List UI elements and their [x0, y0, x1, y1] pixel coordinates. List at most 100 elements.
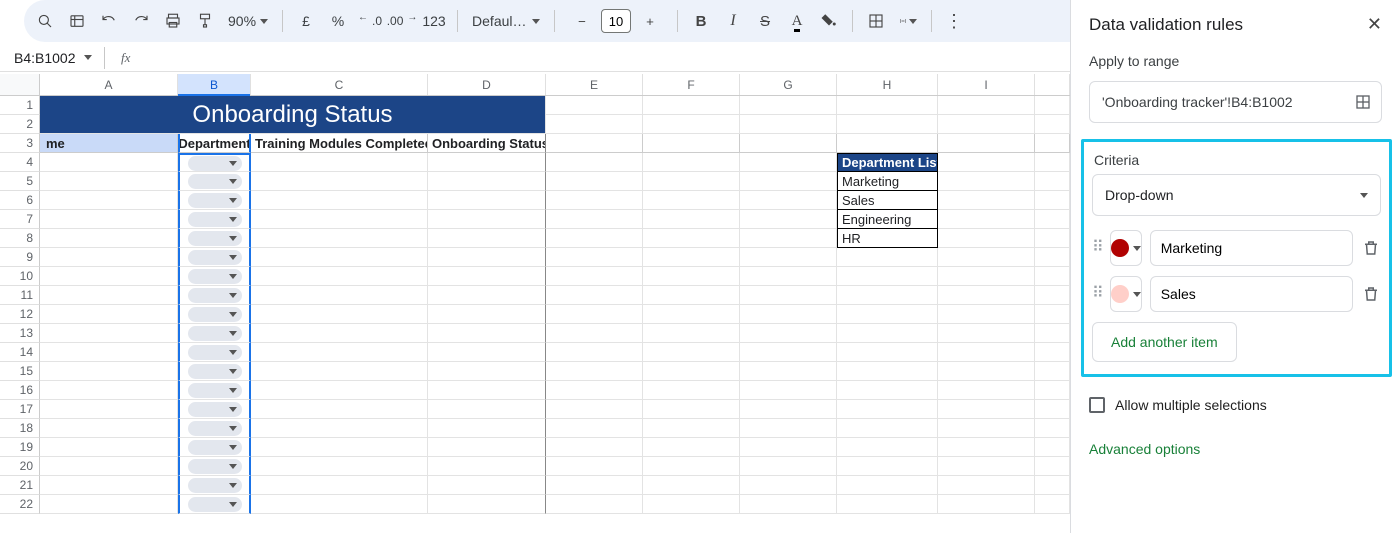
row-header-22[interactable]: 22	[0, 495, 40, 514]
drag-handle-icon[interactable]: ⠿	[1092, 290, 1102, 298]
dropdown-chip[interactable]	[188, 307, 242, 322]
font-size-input[interactable]	[601, 9, 631, 33]
dropdown-chip[interactable]	[188, 440, 242, 455]
fill-color-button[interactable]	[814, 6, 844, 36]
dropdown-chip[interactable]	[188, 364, 242, 379]
sheets-icon[interactable]	[62, 6, 92, 36]
row-header-4[interactable]: 4	[0, 153, 40, 172]
row-header-18[interactable]: 18	[0, 419, 40, 438]
print-icon[interactable]	[158, 6, 188, 36]
paint-format-icon[interactable]	[190, 6, 220, 36]
dropdown-chip[interactable]	[188, 402, 242, 417]
row-header-1[interactable]: 1	[0, 96, 40, 115]
dropdown-chip[interactable]	[188, 250, 242, 265]
select-all-corner[interactable]	[0, 74, 40, 95]
dropdown-chip-cell[interactable]	[178, 286, 251, 305]
col-header-F[interactable]: F	[643, 74, 740, 95]
drag-handle-icon[interactable]: ⠿	[1092, 244, 1102, 252]
dropdown-chip-cell[interactable]	[178, 210, 251, 229]
zoom-select[interactable]: 90%	[222, 13, 274, 29]
dropdown-chip[interactable]	[188, 212, 242, 227]
dropdown-chip-cell[interactable]	[178, 476, 251, 495]
row-header-3[interactable]: 3	[0, 134, 40, 153]
row-header-16[interactable]: 16	[0, 381, 40, 400]
dropdown-chip[interactable]	[188, 288, 242, 303]
row-header-14[interactable]: 14	[0, 343, 40, 362]
dropdown-chip[interactable]	[188, 269, 242, 284]
col-header-H[interactable]: H	[837, 74, 938, 95]
col-header-I[interactable]: I	[938, 74, 1035, 95]
dropdown-chip[interactable]	[188, 459, 242, 474]
more-tools-icon[interactable]: ⋮	[940, 6, 970, 36]
row-header-11[interactable]: 11	[0, 286, 40, 305]
dropdown-chip-cell[interactable]	[178, 343, 251, 362]
criteria-select[interactable]: Drop-down	[1092, 174, 1381, 216]
row-header-8[interactable]: 8	[0, 229, 40, 248]
delete-item-1-icon[interactable]	[1361, 233, 1381, 263]
item-color-1[interactable]	[1110, 230, 1142, 266]
advanced-options-link[interactable]: Advanced options	[1071, 423, 1400, 475]
col-header-C[interactable]: C	[251, 74, 428, 95]
row-header-20[interactable]: 20	[0, 457, 40, 476]
dropdown-chip-cell[interactable]	[178, 191, 251, 210]
row-header-12[interactable]: 12	[0, 305, 40, 324]
text-color-button[interactable]: A	[782, 6, 812, 36]
row-header-9[interactable]: 9	[0, 248, 40, 267]
row-header-10[interactable]: 10	[0, 267, 40, 286]
col-header-A[interactable]: A	[40, 74, 178, 95]
delete-item-2-icon[interactable]	[1361, 279, 1381, 309]
spreadsheet-grid[interactable]: A B C D E F G H I 1 Onboarding Status 2 …	[0, 74, 1070, 533]
strikethrough-button[interactable]: S	[750, 6, 780, 36]
dropdown-chip-cell[interactable]	[178, 172, 251, 191]
dropdown-chip-cell[interactable]	[178, 153, 251, 172]
dropdown-chip-cell[interactable]	[178, 381, 251, 400]
italic-button[interactable]: I	[718, 6, 748, 36]
dropdown-chip[interactable]	[188, 497, 242, 512]
item-value-1[interactable]	[1150, 230, 1353, 266]
dropdown-chip[interactable]	[188, 156, 242, 171]
dropdown-chip-cell[interactable]	[178, 495, 251, 514]
name-box[interactable]: B4:B1002	[8, 50, 98, 66]
borders-button[interactable]	[861, 6, 891, 36]
row-header-2[interactable]: 2	[0, 115, 40, 134]
row-header-13[interactable]: 13	[0, 324, 40, 343]
currency-button[interactable]: £	[291, 6, 321, 36]
col-header-G[interactable]: G	[740, 74, 837, 95]
dropdown-chip[interactable]	[188, 345, 242, 360]
percent-button[interactable]: %	[323, 6, 353, 36]
decrease-font-size-button[interactable]: −	[567, 6, 597, 36]
merge-cells-button[interactable]	[893, 6, 923, 36]
dropdown-chip[interactable]	[188, 326, 242, 341]
col-header-D[interactable]: D	[428, 74, 546, 95]
font-select[interactable]: Defaul…	[466, 13, 546, 29]
dropdown-chip[interactable]	[188, 231, 242, 246]
item-color-2[interactable]	[1110, 276, 1142, 312]
allow-multiple-checkbox[interactable]	[1089, 397, 1105, 413]
row-header-21[interactable]: 21	[0, 476, 40, 495]
dropdown-chip-cell[interactable]	[178, 438, 251, 457]
row-header-5[interactable]: 5	[0, 172, 40, 191]
dropdown-chip-cell[interactable]	[178, 457, 251, 476]
dropdown-chip-cell[interactable]	[178, 248, 251, 267]
col-header-E[interactable]: E	[546, 74, 643, 95]
dropdown-chip-cell[interactable]	[178, 419, 251, 438]
dropdown-chip[interactable]	[188, 421, 242, 436]
close-icon[interactable]: ✕	[1367, 14, 1382, 35]
row-header-19[interactable]: 19	[0, 438, 40, 457]
search-icon[interactable]	[30, 6, 60, 36]
dropdown-chip[interactable]	[188, 193, 242, 208]
row-header-17[interactable]: 17	[0, 400, 40, 419]
dropdown-chip-cell[interactable]	[178, 305, 251, 324]
row-header-6[interactable]: 6	[0, 191, 40, 210]
decrease-decimal-button[interactable]: ←.0	[355, 6, 385, 36]
increase-font-size-button[interactable]: +	[635, 6, 665, 36]
dropdown-chip[interactable]	[188, 478, 242, 493]
dropdown-chip-cell[interactable]	[178, 229, 251, 248]
select-range-icon[interactable]	[1355, 94, 1371, 110]
dropdown-chip-cell[interactable]	[178, 267, 251, 286]
increase-decimal-button[interactable]: .00→	[387, 6, 417, 36]
dropdown-chip[interactable]	[188, 383, 242, 398]
item-value-2[interactable]	[1150, 276, 1353, 312]
more-formats-button[interactable]: 123	[419, 6, 449, 36]
dropdown-chip[interactable]	[188, 174, 242, 189]
